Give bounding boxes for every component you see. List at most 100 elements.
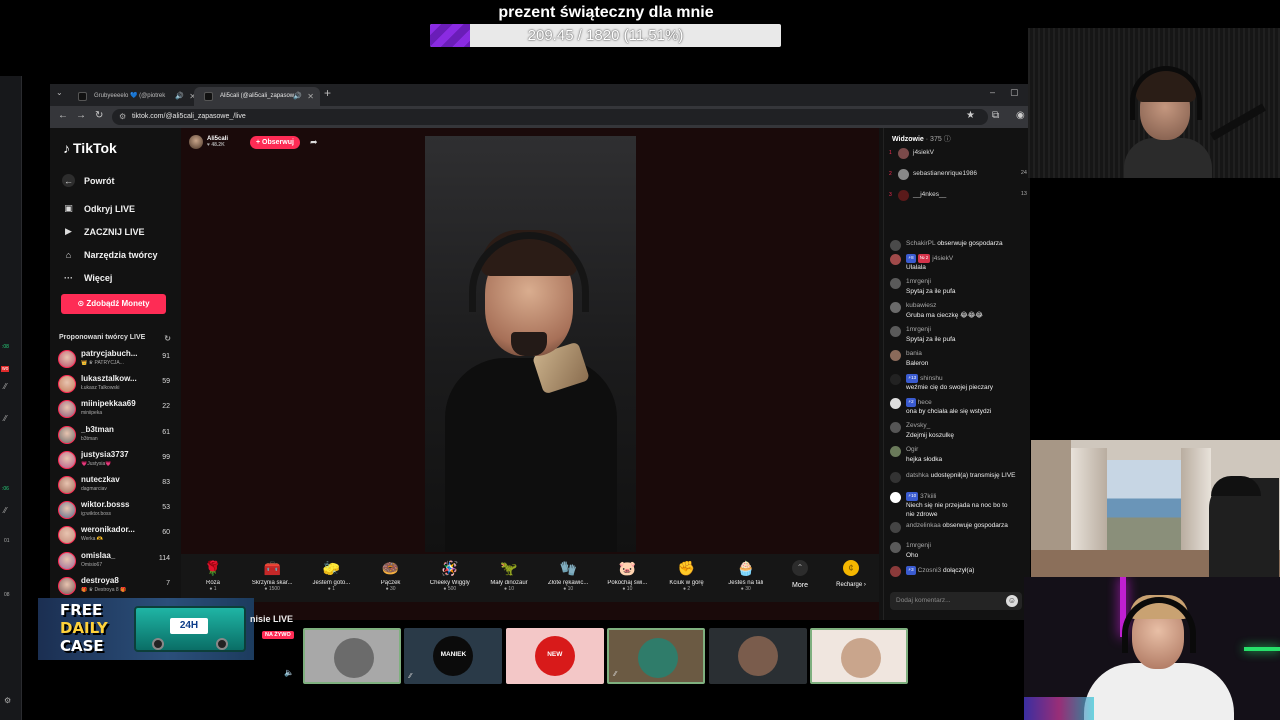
chat-avatar[interactable] bbox=[890, 446, 901, 457]
gift-item[interactable]: 🐷 Pokochaj świ... ● 10 bbox=[599, 558, 655, 592]
host-avatar[interactable] bbox=[189, 135, 203, 149]
chat-avatar[interactable] bbox=[890, 492, 901, 503]
minimize-icon[interactable]: – bbox=[990, 87, 995, 97]
suggested-creator[interactable]: destroya8 🎁 ♛ Destroya 8 🎁 7 bbox=[58, 575, 170, 599]
gift-item[interactable]: 🦖 Mały dinozaur ● 10 bbox=[481, 558, 537, 592]
browser-tab[interactable]: Grubyeeeelo 💙 (@piotrek 🔊 ✕ bbox=[68, 87, 202, 106]
more-gifts-button[interactable]: ⌃ More bbox=[787, 560, 813, 589]
chat-username[interactable]: bania bbox=[906, 350, 922, 359]
live-video[interactable] bbox=[425, 136, 636, 552]
share-icon[interactable]: ➦ bbox=[310, 137, 318, 148]
gift-item[interactable]: 🪅 Cheeky Wiggly ● 500 bbox=[422, 558, 478, 592]
chat-avatar[interactable] bbox=[890, 398, 901, 409]
nav-creator-tools[interactable]: ⌂ Narzędzia twórcy bbox=[62, 248, 158, 261]
chat-avatar[interactable] bbox=[890, 350, 901, 361]
suggested-creator[interactable]: _b3tman b3tman 61 bbox=[58, 424, 170, 448]
chat-avatar[interactable] bbox=[890, 302, 901, 313]
live-tile[interactable]: NEW bbox=[505, 628, 604, 684]
gift-item[interactable]: 🧁 Jesteś na fali ● 30 bbox=[718, 558, 774, 592]
address-bar[interactable]: ⚙ tiktok.com/@ali5cali_zapasowe_/live bbox=[112, 109, 988, 125]
live-tile[interactable]: MANIEK ⁄⁄ bbox=[404, 628, 503, 684]
back-arrow-icon[interactable]: ← bbox=[58, 110, 68, 121]
chat-avatar[interactable] bbox=[890, 522, 901, 533]
nav-start-live[interactable]: ▶ ZACZNIJ LIVE bbox=[62, 225, 144, 238]
suggested-creator[interactable]: weronikador... Werka 🫶 60 bbox=[58, 524, 170, 548]
speaker-icon[interactable]: 🔈 bbox=[284, 668, 294, 677]
suggested-creator[interactable]: miinipekkaa69 miniipeka 22 bbox=[58, 398, 170, 422]
chat-avatar[interactable] bbox=[890, 566, 901, 577]
chat-username[interactable]: andzelinkaa obserwuje gospodarza bbox=[906, 522, 1008, 531]
chat-username[interactable]: datshka udostępnił(a) transmisję LIVE bbox=[906, 472, 1016, 481]
chat-avatar[interactable] bbox=[890, 254, 901, 265]
chat-avatar[interactable] bbox=[890, 278, 901, 289]
chat-username[interactable]: Zevsky_ bbox=[906, 422, 930, 431]
info-icon[interactable]: ⓘ bbox=[944, 136, 951, 143]
suggested-creator[interactable]: omislaa_ Omisio67 114 bbox=[58, 550, 170, 574]
maximize-icon[interactable]: ▢ bbox=[1010, 87, 1019, 98]
reload-icon[interactable]: ↻ bbox=[95, 110, 103, 121]
suggested-creator[interactable]: justysia3737 💗Justysia💗 99 bbox=[58, 449, 170, 473]
follow-button[interactable]: + Obserwuj bbox=[250, 135, 300, 149]
profile-icon[interactable]: ◉ bbox=[1016, 110, 1025, 121]
chat-username[interactable]: ⚡3 Czosni3 dołączył(a) bbox=[906, 566, 974, 576]
viewers-header[interactable]: Widzowie · 375 ⓘ bbox=[892, 134, 951, 144]
bookmark-star-icon[interactable]: ★ bbox=[966, 110, 975, 121]
forward-arrow-icon[interactable]: → bbox=[76, 110, 86, 121]
chat-username[interactable]: ⚡2 hece bbox=[906, 398, 932, 408]
live-tile[interactable]: ⁄⁄ bbox=[607, 628, 706, 684]
chat-username[interactable]: 1mrgenji bbox=[906, 278, 931, 287]
new-tab-icon[interactable]: + bbox=[324, 86, 331, 100]
pin-icon[interactable]: ⁄⁄ bbox=[409, 673, 411, 680]
gift-item[interactable]: 🧤 Złote rękawic... ● 10 bbox=[540, 558, 596, 592]
nav-discover-live[interactable]: ▣ Odkryj LIVE bbox=[62, 202, 135, 215]
live-tile[interactable] bbox=[708, 628, 807, 684]
chat-username[interactable]: 1mrgenji bbox=[906, 326, 931, 335]
chat-avatar[interactable] bbox=[890, 472, 901, 483]
gift-item[interactable]: 🧰 Skrzynia skar... ● 1500 bbox=[244, 558, 300, 592]
tab-search-icon[interactable]: ⌄ bbox=[56, 88, 63, 97]
tiktok-logo[interactable]: ♪ TikTok bbox=[63, 140, 117, 156]
chat-username[interactable]: Ogir bbox=[906, 446, 918, 455]
gift-item[interactable]: ✊ Kciuk w górę ● 2 bbox=[659, 558, 715, 592]
top-viewer[interactable]: 1 j4siekV bbox=[889, 147, 1027, 161]
suggested-creator[interactable]: nuteczkav dagmarciav 83 bbox=[58, 474, 170, 498]
gear-icon[interactable]: ⚙ bbox=[4, 696, 11, 705]
chat-username[interactable]: 1mrgenji bbox=[906, 542, 931, 551]
suggested-creator[interactable]: lukasztalkow... Łukasz Talkowski 59 bbox=[58, 373, 170, 397]
gift-item[interactable]: 🧽 Jestem goto... ● 1 bbox=[303, 558, 359, 592]
comment-input[interactable]: Dodaj komentarz... ☺ bbox=[890, 592, 1022, 610]
gift-item[interactable]: 🍩 Pączek ● 30 bbox=[363, 558, 419, 592]
chat-username[interactable]: ⚡8 № 2 j4siekV bbox=[906, 254, 953, 264]
extensions-icon[interactable]: ⧉ bbox=[992, 110, 999, 121]
get-coins-button[interactable]: ⊙ Zdobądź Monety bbox=[61, 294, 166, 314]
chat-avatar[interactable] bbox=[890, 374, 901, 385]
chat-username[interactable]: SchakirPL obserwuje gospodarza bbox=[906, 240, 1003, 249]
nav-more[interactable]: ··· Więcej bbox=[62, 271, 112, 284]
suggested-creator[interactable]: patrycjabuch... 👑 ♛ PATRYCJA... 91 bbox=[58, 348, 170, 372]
speaker-icon[interactable]: 🔊 bbox=[293, 87, 302, 106]
gift-item[interactable]: 🌹 Róża ● 1 bbox=[185, 558, 241, 592]
chat-avatar[interactable] bbox=[890, 542, 901, 553]
recharge-button[interactable]: ¢ Recharge › bbox=[829, 560, 873, 588]
pin-icon[interactable]: ⁄⁄ bbox=[614, 671, 616, 678]
host-name-block[interactable]: Ali5cali ♥ 48.2K bbox=[207, 136, 228, 148]
browser-tab-active[interactable]: Ali5cali (@ali5cali_zapasow 🔊 ✕ bbox=[194, 87, 320, 106]
live-tile[interactable] bbox=[303, 628, 401, 684]
daily-case-ad[interactable]: FREE DAILY CASE 24H bbox=[38, 598, 254, 660]
top-viewer[interactable]: 3 __j4nkes__ 13 bbox=[889, 189, 1027, 203]
top-viewer[interactable]: 2 sebastianenrique1986 24 bbox=[889, 168, 1027, 182]
emoji-icon[interactable]: ☺ bbox=[1006, 595, 1018, 607]
speaker-icon[interactable]: 🔊 bbox=[175, 87, 184, 106]
chat-avatar[interactable] bbox=[890, 240, 901, 251]
chat-username[interactable]: kubawiesz bbox=[906, 302, 936, 311]
close-tab-icon[interactable]: ✕ bbox=[307, 87, 314, 106]
suggested-creator[interactable]: wiktor.bosss ig:wiktor.boss 53 bbox=[58, 499, 170, 523]
site-info-icon[interactable]: ⚙ bbox=[119, 109, 126, 125]
chat-avatar[interactable] bbox=[890, 422, 901, 433]
chat-username[interactable]: ⚡13 shinshu bbox=[906, 374, 943, 384]
chat-username[interactable]: ⚡10 37kiili bbox=[906, 492, 936, 502]
live-tile[interactable] bbox=[810, 628, 908, 684]
chat-avatar[interactable] bbox=[890, 326, 901, 337]
nav-back[interactable]: ← Powrót bbox=[62, 174, 115, 187]
refresh-icon[interactable]: ↻ bbox=[164, 334, 171, 343]
